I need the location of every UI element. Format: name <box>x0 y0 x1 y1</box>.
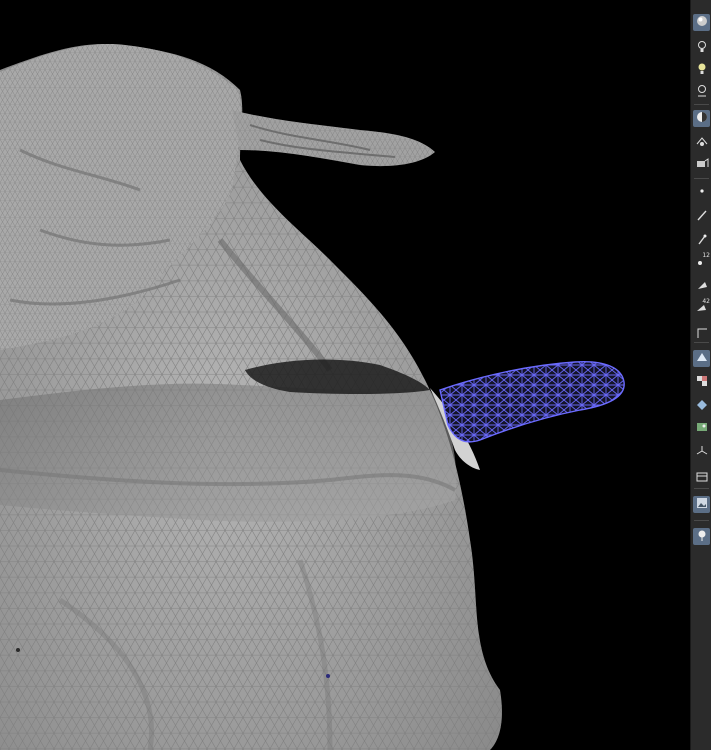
image-plane-icon <box>695 496 709 513</box>
selected-object-wireframe[interactable] <box>439 361 625 443</box>
toolbar-badge: 12 <box>702 252 710 259</box>
shading-sphere-icon <box>695 14 709 31</box>
toolbar-badge: 42 <box>702 298 710 305</box>
vertex-button[interactable] <box>693 184 710 201</box>
display-mode-icon <box>695 110 709 127</box>
3d-viewport[interactable] <box>0 0 690 750</box>
mesh-artifact <box>16 648 20 652</box>
display-mode-button[interactable] <box>693 110 710 127</box>
normals-button[interactable] <box>693 398 710 415</box>
render-paint-button[interactable] <box>693 156 710 173</box>
cloth-mesh[interactable] <box>0 44 502 750</box>
light-bulb-alt-icon <box>695 62 709 79</box>
viewport-display-toolbar: 12 42 <box>690 0 711 750</box>
texture-uv-button[interactable] <box>693 420 710 437</box>
target-lock-icon <box>695 528 709 545</box>
axis-icon <box>695 444 709 461</box>
texture-uv-icon <box>695 420 709 437</box>
toolbar-separator <box>694 520 709 521</box>
image-plane-button[interactable] <box>693 496 710 513</box>
light-bulb-icon <box>695 40 709 57</box>
checker-texture-button[interactable] <box>693 374 710 391</box>
camera-tools-button[interactable] <box>693 134 710 151</box>
scene-canvas[interactable] <box>0 0 690 750</box>
normals-icon <box>695 398 709 415</box>
triangle-display-button[interactable] <box>693 350 710 367</box>
target-lock-button[interactable] <box>693 528 710 545</box>
edge-brush-icon <box>695 208 709 225</box>
pin-button[interactable] <box>693 232 710 249</box>
mesh-artifact <box>326 674 330 678</box>
render-paint-icon <box>695 156 709 173</box>
point-number-button[interactable]: 12 <box>693 252 710 271</box>
layout-button[interactable] <box>693 470 710 487</box>
toolbar-separator <box>694 178 709 179</box>
toolbar-separator <box>694 488 709 489</box>
axis-button[interactable] <box>693 444 710 461</box>
triangle-display-icon <box>695 350 709 367</box>
primitive-number-button[interactable]: 42 <box>693 298 710 317</box>
face-brush-icon <box>695 278 709 295</box>
bounding-box-icon <box>695 326 709 343</box>
face-brush-button[interactable] <box>693 278 710 295</box>
light-bulb-button[interactable] <box>693 40 710 57</box>
app-window: 12 42 <box>0 0 711 750</box>
layout-icon <box>695 470 709 487</box>
edge-brush-button[interactable] <box>693 208 710 225</box>
toolbar-separator <box>694 342 709 343</box>
pin-icon <box>695 232 709 249</box>
point-light-icon <box>695 84 709 101</box>
light-bulb-alt-button[interactable] <box>693 62 710 79</box>
shading-sphere-button[interactable] <box>693 14 710 31</box>
vertex-icon <box>695 184 709 201</box>
point-light-button[interactable] <box>693 84 710 101</box>
toolbar-separator <box>694 104 709 105</box>
bounding-box-button[interactable] <box>693 326 710 343</box>
camera-tools-icon <box>695 134 709 151</box>
checker-texture-icon <box>695 374 709 391</box>
